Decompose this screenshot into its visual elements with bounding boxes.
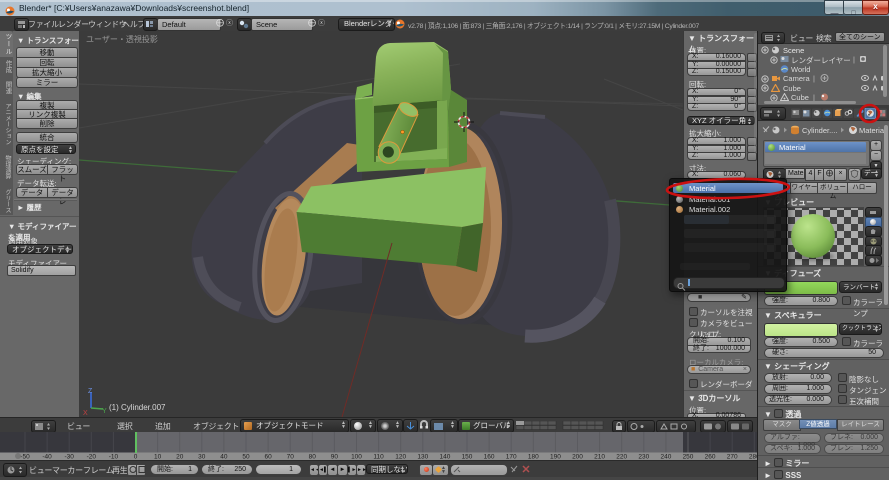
svg-text:Z: Z [88, 388, 93, 395]
svg-text:X: X [83, 410, 88, 415]
svg-text:Y: Y [102, 408, 107, 415]
